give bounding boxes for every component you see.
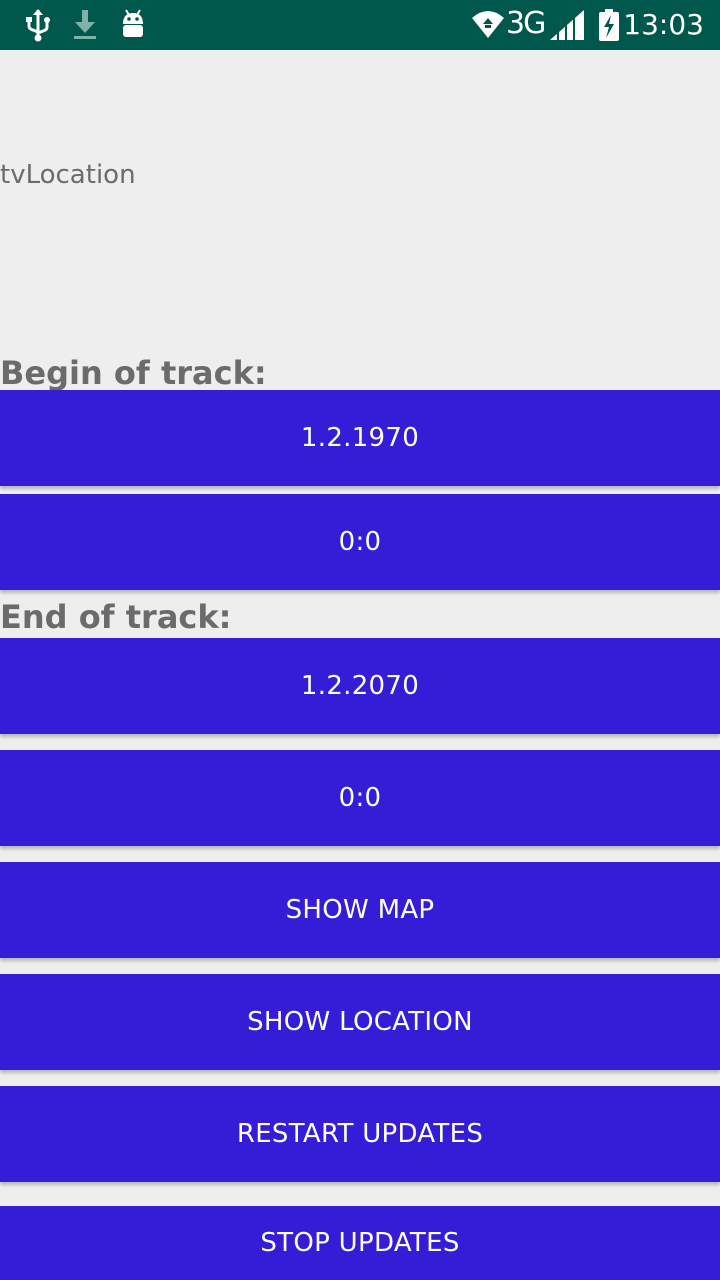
end-of-track-label: End of track: bbox=[0, 598, 232, 636]
begin-date-button[interactable]: 1.2.1970 bbox=[0, 390, 720, 486]
android-icon bbox=[120, 8, 146, 46]
begin-time-button[interactable]: 0:0 bbox=[0, 494, 720, 590]
usb-icon bbox=[24, 8, 52, 46]
show-location-button[interactable]: SHOW LOCATION bbox=[0, 974, 720, 1070]
begin-of-track-label: Begin of track: bbox=[0, 354, 267, 392]
signal-icon bbox=[548, 8, 586, 46]
location-text: tvLocation bbox=[0, 160, 136, 190]
download-icon bbox=[72, 8, 98, 46]
restart-updates-button[interactable]: RESTART UPDATES bbox=[0, 1086, 720, 1182]
status-bar: 3G 13:03 bbox=[0, 0, 720, 50]
stop-updates-button[interactable]: STOP UPDATES bbox=[0, 1206, 720, 1280]
end-date-button[interactable]: 1.2.2070 bbox=[0, 638, 720, 734]
battery-charging-icon bbox=[598, 8, 620, 46]
network-type: 3G bbox=[506, 6, 546, 41]
show-map-button[interactable]: SHOW MAP bbox=[0, 862, 720, 958]
status-time: 13:03 bbox=[623, 8, 704, 41]
end-time-button[interactable]: 0:0 bbox=[0, 750, 720, 846]
wifi-icon bbox=[470, 8, 506, 46]
